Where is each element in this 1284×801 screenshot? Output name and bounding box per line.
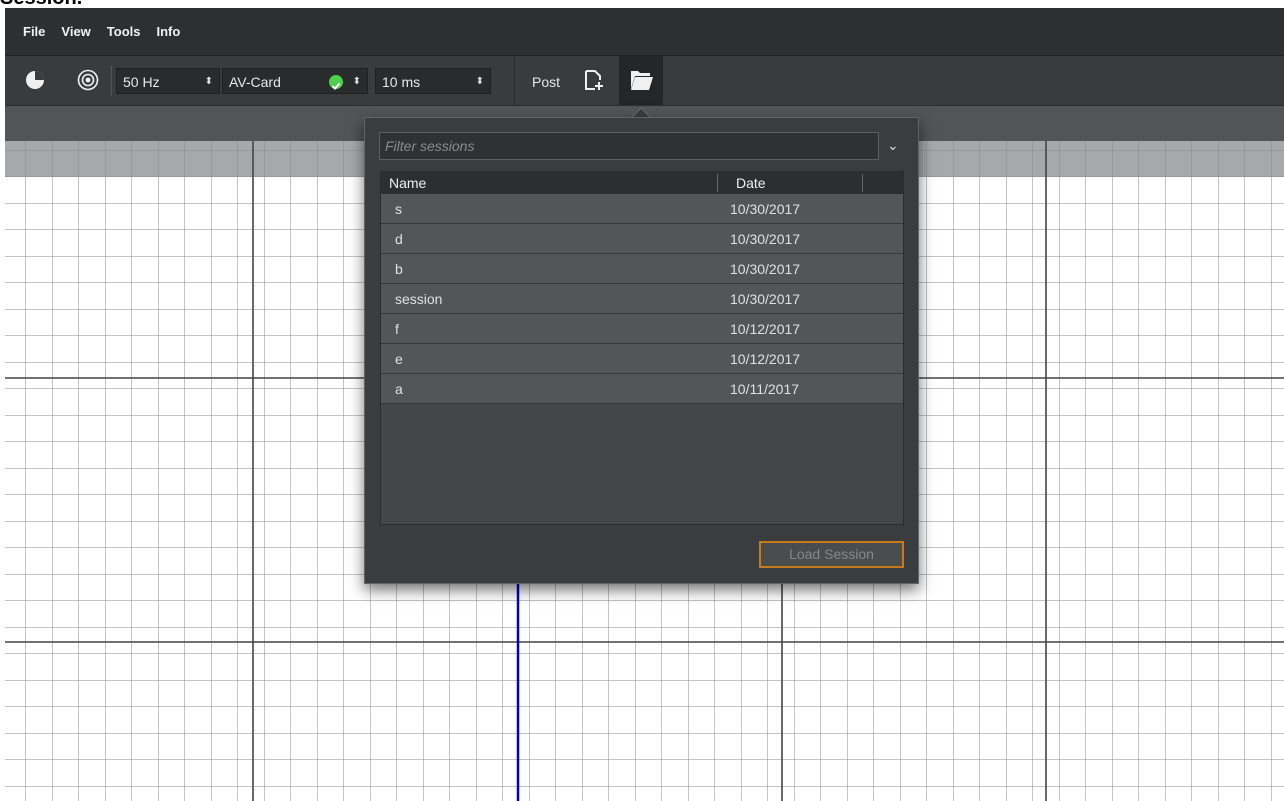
- menu-info[interactable]: Info: [157, 24, 181, 39]
- load-session-popup: ⌄ Name Date s 10/30/2017 d 10/30/2017 b …: [364, 117, 919, 584]
- new-session-icon-svg: [585, 70, 603, 90]
- row-name: f: [395, 321, 399, 337]
- row-name: s: [395, 201, 402, 217]
- table-header: Name Date: [381, 172, 903, 194]
- clock-icon[interactable]: [25, 70, 45, 90]
- updown-arrow-icon: ⬍: [352, 76, 361, 87]
- cropped-title-text: Session.: [0, 0, 1284, 8]
- frequency-select[interactable]: 50 Hz ⬍: [116, 68, 220, 94]
- updown-arrow-icon: ⬍: [204, 76, 213, 87]
- load-session-button[interactable]: Load Session: [759, 541, 904, 568]
- row-date: 10/12/2017: [730, 351, 801, 367]
- row-name: e: [395, 351, 403, 367]
- device-value: AV-Card: [229, 74, 281, 90]
- column-separator: [717, 174, 718, 192]
- clock-icon-svg: [26, 71, 44, 89]
- post-label[interactable]: Post: [532, 74, 560, 90]
- row-date: 10/30/2017: [730, 201, 801, 217]
- chevron-double-down-icon[interactable]: ⌄: [887, 134, 899, 158]
- row-date: 10/30/2017: [730, 231, 801, 247]
- table-row[interactable]: session 10/30/2017: [381, 284, 903, 314]
- open-session-button[interactable]: [619, 56, 663, 106]
- sessions-table: Name Date s 10/30/2017 d 10/30/2017 b 10…: [380, 171, 904, 525]
- status-ok-icon: [329, 75, 343, 91]
- row-name: a: [395, 381, 403, 397]
- row-name: d: [395, 231, 403, 247]
- row-date: 10/12/2017: [730, 321, 801, 337]
- filter-sessions-input[interactable]: [379, 132, 879, 160]
- updown-arrow-icon: ⬍: [475, 76, 484, 87]
- menu-file[interactable]: File: [23, 24, 45, 39]
- row-date: 10/30/2017: [730, 291, 801, 307]
- column-separator: [862, 174, 863, 192]
- interval-value: 10 ms: [382, 74, 421, 90]
- table-row[interactable]: f 10/12/2017: [381, 314, 903, 344]
- table-row[interactable]: s 10/30/2017: [381, 194, 903, 224]
- table-row[interactable]: a 10/11/2017: [381, 374, 903, 404]
- check-icon: [331, 82, 341, 91]
- column-header-name[interactable]: Name: [389, 175, 426, 191]
- row-name: session: [395, 291, 443, 307]
- menu-view[interactable]: View: [61, 24, 90, 39]
- row-date: 10/11/2017: [730, 381, 800, 397]
- toolbar-divider: [514, 56, 515, 106]
- target-icon[interactable]: [77, 69, 99, 91]
- device-select[interactable]: AV-Card ⬍: [222, 68, 368, 94]
- table-row[interactable]: b 10/30/2017: [381, 254, 903, 284]
- new-session-icon[interactable]: [583, 68, 605, 92]
- toolbar-divider: [111, 66, 112, 96]
- table-row[interactable]: e 10/12/2017: [381, 344, 903, 374]
- open-folder-icon: [631, 71, 653, 90]
- frequency-value: 50 Hz: [123, 74, 160, 90]
- row-date: 10/30/2017: [730, 261, 801, 277]
- target-icon-svg: [77, 69, 99, 91]
- menu-tools[interactable]: Tools: [107, 24, 141, 39]
- menu-bar: File View Tools Info: [5, 8, 1284, 55]
- table-row[interactable]: d 10/30/2017: [381, 224, 903, 254]
- toolbar: 50 Hz ⬍ AV-Card ⬍ 10 ms ⬍ Post: [5, 55, 1284, 106]
- row-name: b: [395, 261, 403, 277]
- column-header-date[interactable]: Date: [736, 175, 766, 191]
- interval-select[interactable]: 10 ms ⬍: [375, 68, 491, 94]
